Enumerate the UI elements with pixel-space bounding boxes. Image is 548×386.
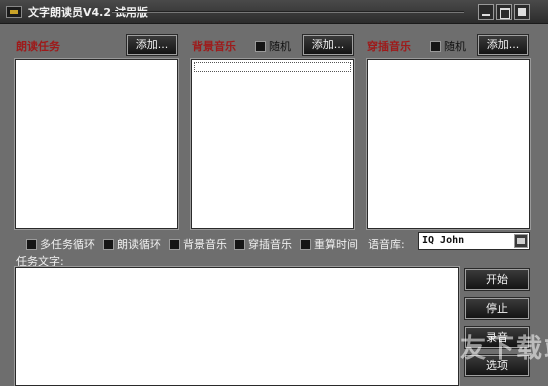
minimize-button[interactable] — [478, 4, 494, 20]
checkbox-box — [234, 238, 245, 250]
background-music-label: 背景音乐 — [192, 40, 236, 53]
record-button[interactable]: 录音 — [464, 326, 530, 349]
reading-task-list[interactable] — [14, 58, 179, 230]
background-music-checkbox[interactable]: 背景音乐 — [169, 236, 227, 252]
voice-library-label: 语音库: — [368, 238, 405, 251]
add-insert-music-button[interactable]: 添加... — [477, 34, 529, 56]
checkbox-box — [300, 238, 311, 250]
maximize-button[interactable] — [496, 4, 512, 20]
add-reading-task-button[interactable]: 添加... — [126, 34, 178, 56]
multi-task-loop-checkbox[interactable]: 多任务循环 — [26, 236, 95, 252]
insert-music-label: 穿插音乐 — [367, 40, 411, 53]
insert-music-random-checkbox[interactable]: 随机 — [430, 38, 466, 54]
background-music-list[interactable] — [190, 58, 355, 230]
title-bar: 文字朗读员V4.2 试用版 — [0, 0, 548, 24]
add-background-music-button[interactable]: 添加... — [302, 34, 354, 56]
dropdown-arrow-icon[interactable] — [514, 234, 528, 248]
random-label: 随机 — [269, 40, 291, 53]
read-loop-checkbox[interactable]: 朗读循环 — [103, 236, 161, 252]
repeat-time-label: 重算时间 — [314, 238, 358, 251]
options-button[interactable]: 选项 — [464, 354, 530, 377]
app-icon — [6, 6, 22, 18]
title-divider — [112, 11, 464, 13]
multi-task-loop-label: 多任务循环 — [40, 238, 95, 251]
list-item[interactable] — [194, 62, 351, 72]
reading-task-label: 朗读任务 — [16, 40, 60, 53]
checkbox-box — [26, 238, 37, 250]
voice-library-select[interactable]: IQ John — [418, 232, 530, 250]
background-music-option-label: 背景音乐 — [183, 238, 227, 251]
insert-music-checkbox[interactable]: 穿插音乐 — [234, 236, 292, 252]
voice-library-value: IQ John — [422, 235, 465, 246]
checkbox-box — [169, 238, 180, 250]
repeat-time-checkbox[interactable]: 重算时间 — [300, 236, 358, 252]
close-button[interactable] — [514, 4, 530, 20]
background-music-random-checkbox[interactable]: 随机 — [255, 38, 291, 54]
read-loop-label: 朗读循环 — [117, 238, 161, 251]
random-label: 随机 — [444, 40, 466, 53]
checkbox-box — [430, 40, 441, 52]
task-text-area[interactable] — [14, 266, 460, 386]
insert-music-option-label: 穿插音乐 — [248, 238, 292, 251]
stop-button[interactable]: 停止 — [464, 297, 530, 320]
checkbox-box — [255, 40, 266, 52]
start-button[interactable]: 开始 — [464, 268, 530, 291]
checkbox-box — [103, 238, 114, 250]
insert-music-list[interactable] — [366, 58, 531, 230]
